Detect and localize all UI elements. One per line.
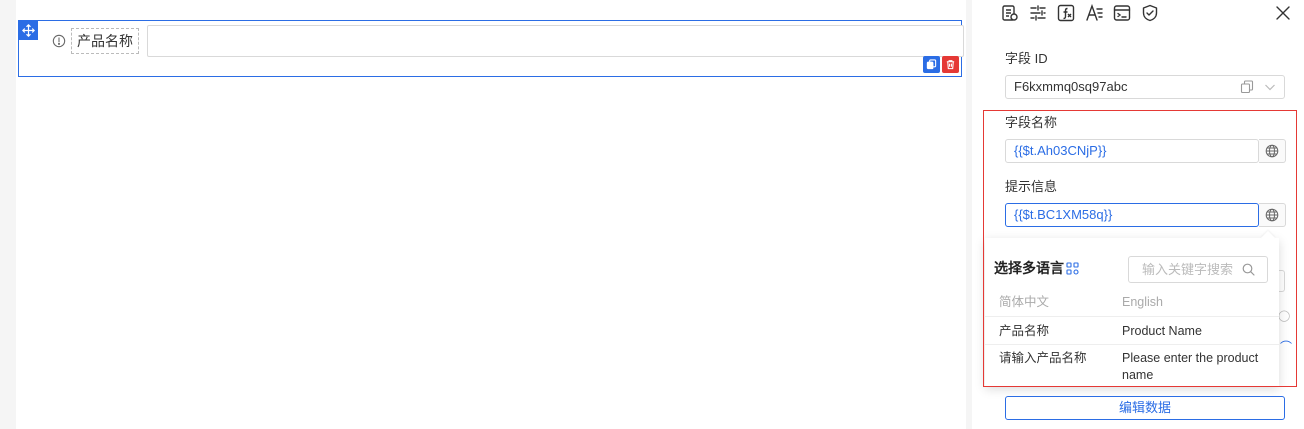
shield-icon[interactable] (1140, 3, 1160, 23)
hint-label: 提示信息 (1005, 179, 1058, 194)
hint-i18n-button[interactable] (1259, 203, 1286, 227)
column-header-zh: 简体中文 (999, 295, 1050, 309)
form-field-item[interactable]: 产品名称 (18, 20, 964, 77)
row-en: Please enter the product name (1122, 351, 1259, 382)
edit-data-button[interactable]: 编辑数据 (1005, 396, 1285, 420)
column-header-en: English (1122, 295, 1163, 309)
i18n-popup: 选择多语言 输入关键字搜索 简体中文 English 产品名称 Product … (985, 230, 1279, 386)
field-id-label: 字段 ID (1005, 51, 1048, 66)
i18n-table-row[interactable]: 产品名称 Product Name (985, 317, 1279, 345)
form-canvas: 产品名称 (16, 0, 966, 429)
drag-handle-icon[interactable] (19, 21, 38, 40)
adjust-icon[interactable] (1028, 3, 1048, 23)
close-icon[interactable] (1274, 4, 1292, 22)
obscured-globe-icon: ◯ (1278, 310, 1291, 322)
text-style-icon[interactable] (1084, 3, 1104, 23)
i18n-table-header: 简体中文 English (985, 290, 1279, 317)
search-icon[interactable] (1242, 263, 1255, 276)
i18n-table-row[interactable]: 请输入产品名称 Please enter the product name (985, 345, 1279, 385)
i18n-search-placeholder: 输入关键字搜索 (1142, 262, 1234, 277)
copy-icon[interactable] (1240, 80, 1254, 94)
copy-field-button[interactable] (923, 56, 940, 73)
field-name-i18n-button[interactable] (1259, 139, 1286, 163)
field-id-select[interactable]: F6kxmmq0sq97abc (1005, 75, 1285, 99)
field-actions (923, 56, 959, 73)
i18n-search-input[interactable]: 输入关键字搜索 (1128, 256, 1268, 283)
i18n-popup-title-text: 选择多语言 (994, 260, 1064, 276)
info-circle-icon (52, 34, 66, 48)
i18n-table: 简体中文 English 产品名称 Product Name 请输入产品名称 P… (985, 290, 1279, 385)
obscured-link: ⌒ (1280, 340, 1293, 354)
field-id-value: F6kxmmq0sq97abc (1014, 79, 1128, 94)
field-label-text: 产品名称 (71, 27, 139, 54)
row-en: Product Name (1122, 324, 1202, 338)
globe-icon (1265, 208, 1279, 222)
product-name-input[interactable] (147, 25, 964, 57)
field-name-input[interactable]: {{$t.Ah03CNjP}} (1005, 139, 1259, 163)
field-settings-icon[interactable] (1000, 3, 1020, 23)
chevron-down-icon[interactable] (1264, 81, 1276, 93)
globe-icon (1265, 144, 1279, 158)
row-zh: 请输入产品名称 (999, 351, 1087, 365)
field-label: 产品名称 (52, 27, 139, 54)
i18n-popup-title: 选择多语言 (994, 258, 1079, 278)
panel-toolbar (1000, 3, 1160, 23)
hint-input[interactable]: {{$t.BC1XM58q}} (1005, 203, 1259, 227)
row-zh: 产品名称 (999, 324, 1050, 338)
apps-settings-icon[interactable] (1066, 261, 1079, 275)
function-icon[interactable] (1056, 3, 1076, 23)
code-icon[interactable] (1112, 3, 1132, 23)
delete-field-button[interactable] (942, 56, 959, 73)
field-name-label: 字段名称 (1005, 115, 1058, 130)
